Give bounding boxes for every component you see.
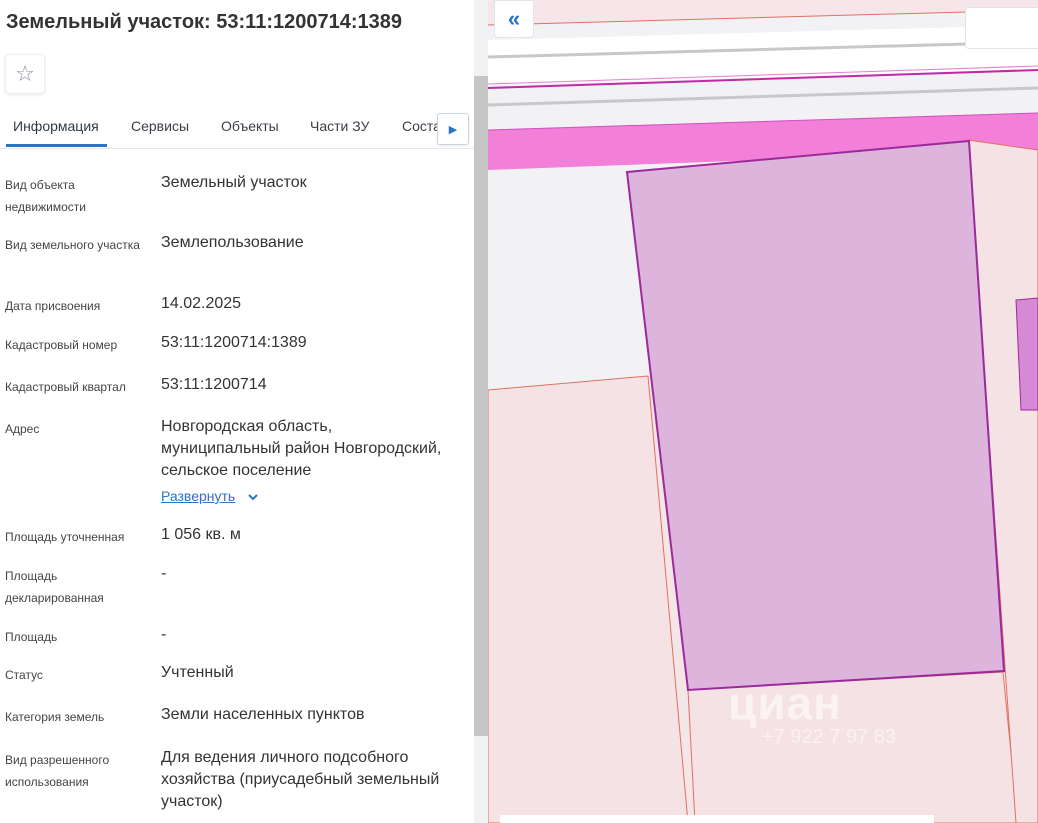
tab-bar: Информация Сервисы Объекты Части ЗУ Сост…	[0, 106, 474, 149]
double-chevron-left-icon: «	[507, 6, 521, 31]
label-area-declared: Площадь декларированная	[5, 569, 104, 605]
caret-right-icon: ▶	[448, 123, 458, 136]
label-land-category: Категория земель	[5, 710, 105, 724]
value-land-category: Земли населенных пунктов	[161, 706, 365, 723]
value-address: Новгородская область, муниципальный райо…	[161, 418, 442, 479]
favorite-button[interactable]: ☆	[5, 54, 45, 94]
tab-objects[interactable]: Объекты	[221, 118, 279, 134]
map-search-box[interactable]	[965, 7, 1038, 49]
info-panel: Земельный участок: 53:11:1200714:1389 ☆ …	[0, 0, 474, 823]
label-area-refined: Площадь уточненная	[5, 530, 125, 544]
star-icon: ☆	[15, 61, 35, 86]
chevron-down-icon[interactable]	[246, 490, 260, 504]
value-permitted-use: Для ведения личного подсобного хозяйства…	[161, 749, 440, 810]
label-object-type: Вид объекта недвижимости	[5, 178, 86, 214]
map-selected-parcel[interactable]	[625, 139, 1006, 692]
label-permitted-use: Вид разрешенного использования	[5, 753, 110, 789]
value-area: -	[161, 626, 167, 643]
tab-composition[interactable]: Соста	[402, 118, 441, 134]
tab-scroll-right-button[interactable]: ▶	[437, 113, 469, 145]
label-cadastral-number: Кадастровый номер	[5, 338, 118, 352]
value-cadastral-quarter: 53:11:1200714	[161, 376, 267, 393]
label-status: Статус	[5, 668, 43, 682]
map-watermark-phone: +7 922 7 97 83	[762, 726, 897, 748]
tab-information[interactable]: Информация	[13, 118, 99, 134]
active-tab-indicator	[6, 144, 107, 147]
value-area-declared: -	[161, 565, 167, 582]
value-land-type: Землепользование	[161, 234, 304, 251]
label-cadastral-quarter: Кадастровый квартал	[5, 380, 126, 394]
label-land-type: Вид земельного участка	[5, 238, 140, 252]
tab-services[interactable]: Сервисы	[131, 118, 189, 134]
value-cadastral-number: 53:11:1200714:1389	[161, 334, 307, 351]
value-area-refined: 1 056 кв. м	[161, 526, 241, 543]
map-view[interactable]: циан +7 922 7 97 83	[488, 0, 1038, 823]
map-bottom-strip	[500, 815, 934, 823]
tab-parts[interactable]: Части ЗУ	[310, 118, 369, 134]
scrollbar-thumb[interactable]	[474, 76, 488, 736]
label-address: Адрес	[5, 422, 40, 436]
map-watermark: циан	[728, 677, 842, 729]
value-assign-date: 14.02.2025	[161, 295, 242, 312]
expand-address-link[interactable]: Развернуть	[161, 488, 235, 504]
collapse-panel-button[interactable]: «	[494, 0, 534, 38]
value-status: Учтенный	[161, 664, 234, 681]
panel-scrollbar[interactable]	[474, 0, 488, 823]
page-title: Земельный участок: 53:11:1200714:1389	[6, 11, 402, 33]
value-object-type: Земельный участок	[161, 174, 307, 191]
label-area: Площадь	[5, 630, 58, 644]
label-assign-date: Дата присвоения	[5, 299, 101, 313]
